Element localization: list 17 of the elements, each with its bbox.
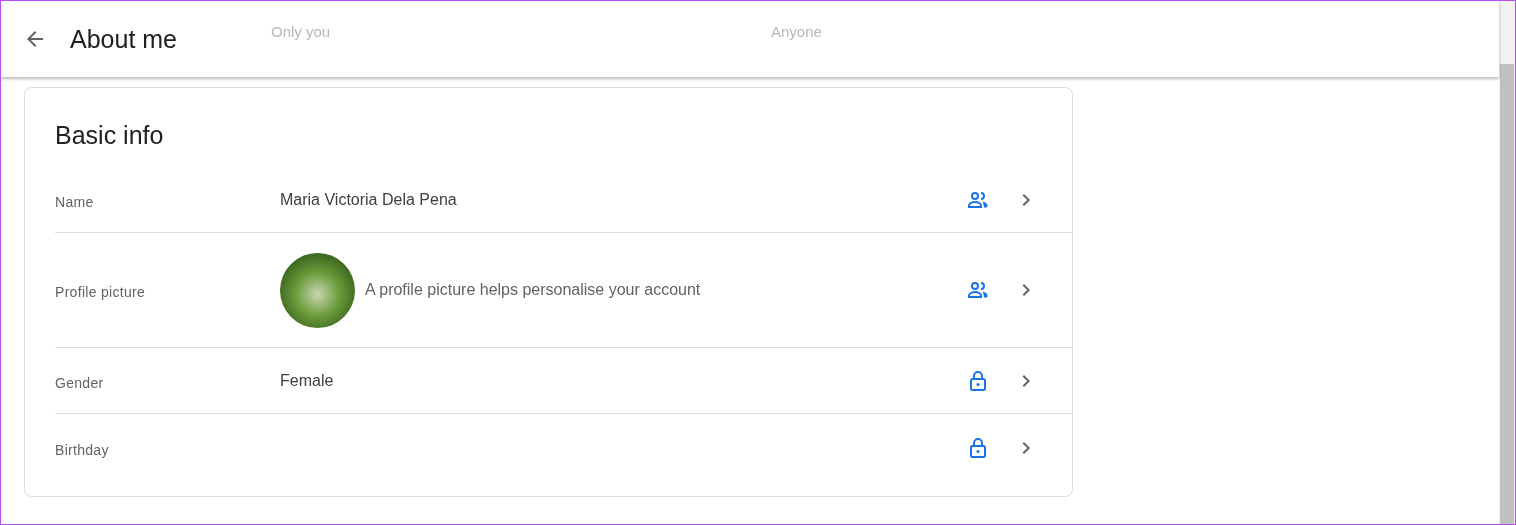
scrollbar[interactable] [1499,1,1515,524]
picture-hint: A profile picture helps personalise your account [365,281,701,299]
faded-label: Anyone [771,23,822,40]
row-value: Female [280,371,334,390]
row-value: Maria Victoria Dela Pena [280,190,457,209]
row-label: Profile picture [55,283,147,300]
row-label: Birthday [55,441,110,458]
row-label: Gender [55,373,105,391]
info-row[interactable]: Birthday [55,414,1072,482]
scrollbar-thumb[interactable] [1500,64,1514,524]
page-title: About me [70,24,177,54]
card-title: Basic info [55,121,165,150]
faded-label: Only you [271,23,331,40]
info-row[interactable]: Profile picture A profile picture helps personalise your account [55,233,1072,348]
info-row[interactable]: Name Maria Victoria Dela Pena [55,167,1072,233]
info-row[interactable]: Gender Female [55,348,1072,414]
row-label: Name [55,192,95,210]
